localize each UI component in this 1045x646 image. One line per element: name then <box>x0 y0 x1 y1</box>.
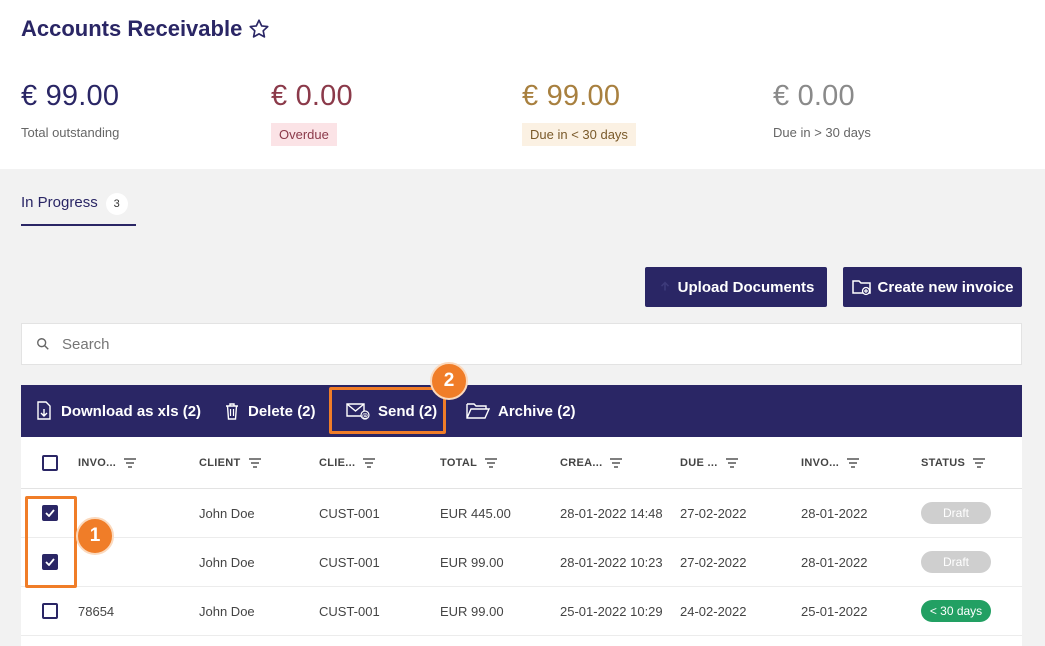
filter-icon[interactable] <box>124 457 137 468</box>
table-row[interactable]: John Doe CUST-001 EUR 445.00 28-01-2022 … <box>21 489 1022 538</box>
table-row[interactable]: John Doe CUST-001 EUR 99.00 28-01-2022 1… <box>21 538 1022 587</box>
annotation-highlight-checkboxes <box>25 496 77 588</box>
stat-label: Total outstanding <box>21 125 120 140</box>
tab-in-progress[interactable]: In Progress 3 <box>21 193 136 226</box>
header-due[interactable]: DUE ... <box>680 437 738 488</box>
cell-total: EUR 99.00 <box>440 554 504 570</box>
cell-invoice-date: 25-01-2022 <box>801 603 868 619</box>
cell-status: Draft <box>921 489 991 537</box>
tab-label: In Progress <box>21 194 98 211</box>
annotation-highlight-send <box>329 387 446 434</box>
bulk-action-bar: Download as xls (2) Delete (2) @ Send (2… <box>21 385 1022 437</box>
header-invoice-date[interactable]: INVO... <box>801 437 860 488</box>
filter-icon[interactable] <box>973 457 986 468</box>
cell-created: 28-01-2022 14:48 <box>560 505 663 521</box>
tab-count-badge: 3 <box>105 193 128 215</box>
stat-due-gt-30: € 0.00 Due in > 30 days <box>773 80 871 142</box>
select-all-checkbox[interactable] <box>42 437 58 488</box>
cell-status: < 30 days <box>921 587 991 635</box>
header-client-id[interactable]: CLIE... <box>319 437 376 488</box>
stat-amount: € 0.00 <box>773 80 855 112</box>
search-icon <box>37 338 49 350</box>
cell-total: EUR 445.00 <box>440 505 511 521</box>
stat-total-outstanding: € 99.00 Total outstanding <box>21 80 119 142</box>
cell-invoice: 78654 <box>78 603 115 619</box>
stat-overdue: € 0.00 Overdue <box>271 80 353 146</box>
filter-icon[interactable] <box>485 457 498 468</box>
filter-icon[interactable] <box>847 457 860 468</box>
cell-created: 28-01-2022 10:23 <box>560 554 663 570</box>
filter-icon[interactable] <box>248 457 261 468</box>
upload-documents-button[interactable]: Upload Documents <box>645 267 827 307</box>
cell-client-id: CUST-001 <box>319 505 380 521</box>
invoice-table: INVO... CLIENT CLIE... TOTAL CREA... DUE… <box>21 437 1022 646</box>
search-bar[interactable] <box>21 323 1022 365</box>
star-icon[interactable] <box>248 18 270 40</box>
header-total[interactable]: TOTAL <box>440 437 498 488</box>
download-xls-button[interactable]: Download as xls (2) <box>35 385 201 437</box>
header-client[interactable]: CLIENT <box>199 437 261 488</box>
due-lt-30-badge: Due in < 30 days <box>522 123 636 146</box>
cell-invoice-date: 28-01-2022 <box>801 505 868 521</box>
folder-add-icon <box>851 280 871 296</box>
download-file-icon <box>37 401 51 420</box>
row-checkbox[interactable] <box>42 587 58 635</box>
cell-client: John Doe <box>199 554 255 570</box>
filter-icon[interactable] <box>363 457 376 468</box>
summary-panel: Accounts Receivable € 99.00 Total outsta… <box>0 0 1045 169</box>
header-created[interactable]: CREA... <box>560 437 623 488</box>
header-status[interactable]: STATUS <box>921 437 986 488</box>
stat-label: Due in > 30 days <box>773 125 871 140</box>
stat-amount: € 99.00 <box>21 80 120 112</box>
status-badge: Draft <box>921 551 991 573</box>
cell-client-id: CUST-001 <box>319 554 380 570</box>
stat-amount: € 0.00 <box>271 80 353 112</box>
stat-amount: € 99.00 <box>522 80 621 112</box>
filter-icon[interactable] <box>725 457 738 468</box>
overdue-badge: Overdue <box>271 123 337 146</box>
trash-icon <box>226 403 238 420</box>
folder-open-icon <box>466 403 490 419</box>
status-badge: Draft <box>921 502 991 524</box>
create-invoice-button[interactable]: Create new invoice <box>843 267 1022 307</box>
cell-client: John Doe <box>199 505 255 521</box>
annotation-marker-1: 1 <box>76 517 114 555</box>
cell-due: 27-02-2022 <box>680 554 747 570</box>
upload-icon <box>660 281 669 291</box>
cell-invoice-date: 28-01-2022 <box>801 554 868 570</box>
cell-due: 24-02-2022 <box>680 603 747 619</box>
filter-icon[interactable] <box>610 457 623 468</box>
table-row[interactable]: 78654 John Doe CUST-001 EUR 99.00 25-01-… <box>21 587 1022 636</box>
header-invoice[interactable]: INVO... <box>78 437 137 488</box>
table-header: INVO... CLIENT CLIE... TOTAL CREA... DUE… <box>21 437 1022 489</box>
cell-client-id: CUST-001 <box>319 603 380 619</box>
archive-button[interactable]: Archive (2) <box>466 385 576 437</box>
cell-created: 25-01-2022 10:29 <box>560 603 663 619</box>
page-title: Accounts Receivable <box>21 16 270 42</box>
cell-client: John Doe <box>199 603 255 619</box>
cell-due: 27-02-2022 <box>680 505 747 521</box>
delete-button[interactable]: Delete (2) <box>224 385 316 437</box>
search-input[interactable] <box>62 335 662 353</box>
stat-due-lt-30: € 99.00 Due in < 30 days <box>522 80 636 146</box>
annotation-marker-2: 2 <box>430 362 468 400</box>
cell-total: EUR 99.00 <box>440 603 504 619</box>
cell-status: Draft <box>921 538 991 586</box>
status-badge: < 30 days <box>921 600 991 622</box>
